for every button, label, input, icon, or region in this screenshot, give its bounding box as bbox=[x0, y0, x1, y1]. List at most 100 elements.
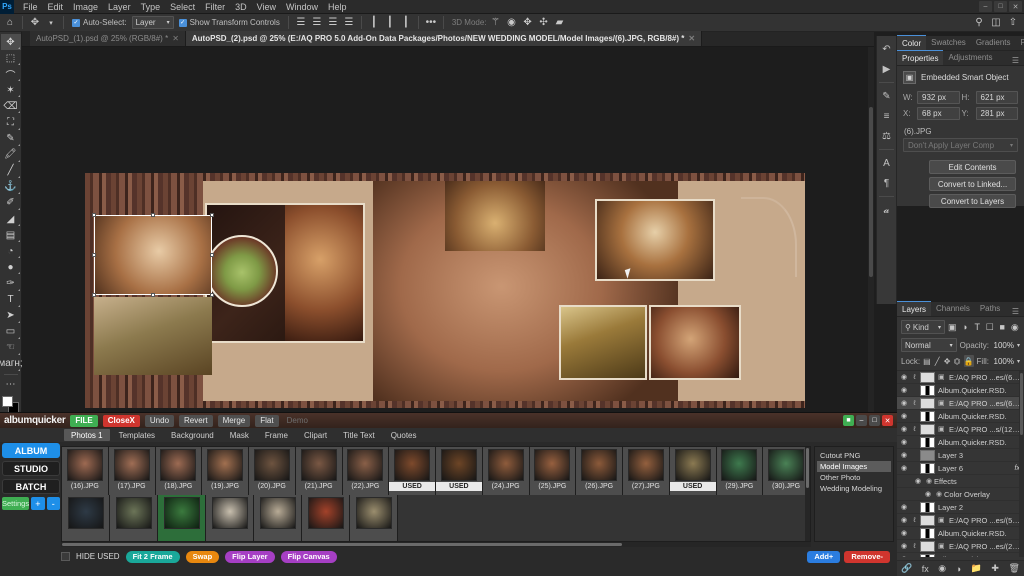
menu-item-select[interactable]: Select bbox=[165, 0, 200, 14]
photo-thumbnail-image[interactable] bbox=[347, 449, 383, 481]
add-layer-style-icon[interactable]: fx bbox=[922, 564, 929, 574]
scrollbar-thumb[interactable] bbox=[869, 107, 873, 277]
paragraph-icon[interactable]: ¶ bbox=[877, 174, 896, 192]
menu-item-3d[interactable]: 3D bbox=[230, 0, 252, 14]
fill-value[interactable]: 100% bbox=[992, 357, 1014, 366]
convert-to-linked-button[interactable]: Convert to Linked... bbox=[929, 177, 1016, 191]
pan-3d-icon[interactable]: ✥ bbox=[521, 16, 535, 30]
show-transform-controls-checkbox[interactable]: ✓ Show Transform Controls bbox=[176, 15, 283, 31]
category-model-images[interactable]: Model Images bbox=[817, 461, 891, 472]
layer-thumbnail[interactable] bbox=[920, 450, 935, 461]
home-icon[interactable]: ⌂ bbox=[3, 16, 17, 30]
x-field[interactable]: 68 px bbox=[917, 107, 960, 120]
layer-visibility-eye-icon[interactable]: ◉ bbox=[913, 477, 923, 485]
menu-item-layer[interactable]: Layer bbox=[103, 0, 136, 14]
photo-thumbnail-image[interactable] bbox=[116, 497, 152, 529]
photo-thumbnail-image[interactable] bbox=[488, 449, 524, 481]
move-tool-icon[interactable]: ✥ bbox=[28, 16, 42, 30]
glyphs-icon[interactable]: 𝓪 bbox=[877, 201, 896, 219]
flat-button[interactable]: Flat bbox=[255, 415, 278, 427]
layer-visibility-eye-icon[interactable]: ◉ bbox=[899, 386, 909, 394]
photo-thumbnail-image[interactable] bbox=[212, 497, 248, 529]
menu-item-help[interactable]: Help bbox=[323, 0, 352, 14]
search-icon[interactable]: ⚲ bbox=[972, 16, 986, 30]
auto-select-scope-dropdown[interactable]: Layer ▾ bbox=[132, 16, 174, 29]
photo-thumbnail-cell[interactable] bbox=[206, 495, 254, 542]
layer-thumbnail[interactable] bbox=[920, 398, 935, 409]
scrollbar-thumb[interactable] bbox=[1020, 373, 1023, 435]
layer-thumbnail[interactable] bbox=[920, 372, 935, 383]
photo-bride-side[interactable] bbox=[649, 305, 741, 380]
character-icon[interactable]: A bbox=[877, 154, 896, 172]
layer-visibility-eye-icon[interactable]: ◉ bbox=[899, 555, 909, 557]
edit-contents-button[interactable]: Edit Contents bbox=[929, 160, 1016, 174]
photo-thumbnail-cell[interactable]: (16).JPG bbox=[62, 447, 109, 495]
actions-icon[interactable]: ▶ bbox=[877, 60, 896, 78]
lock-transparent-pixels-icon[interactable]: ▤ bbox=[923, 355, 931, 367]
layer-visibility-eye-icon[interactable]: ◉ bbox=[899, 399, 909, 407]
transform-handle-mr[interactable] bbox=[210, 253, 214, 257]
minimize-icon[interactable]: – bbox=[856, 415, 867, 426]
new-group-icon[interactable]: 📁 bbox=[971, 563, 982, 574]
zoom-out-button[interactable]: - bbox=[47, 497, 60, 510]
photo-food-plate[interactable] bbox=[94, 297, 212, 375]
photo-thumbnail-image[interactable] bbox=[164, 497, 200, 529]
layer-visibility-eye-icon[interactable]: ◉ bbox=[899, 503, 909, 511]
photo-thumbnail-image[interactable] bbox=[721, 449, 757, 481]
minimize-icon[interactable]: – bbox=[979, 1, 992, 12]
transform-handle-tc[interactable] bbox=[151, 213, 155, 217]
more-align-options-icon[interactable]: ••• bbox=[424, 16, 438, 30]
photo-thumbnail-image[interactable] bbox=[628, 449, 664, 481]
menu-item-type[interactable]: Type bbox=[136, 0, 166, 14]
closex-button[interactable]: CloseX bbox=[103, 415, 140, 427]
undo-button[interactable]: Undo bbox=[145, 415, 174, 427]
layer-thumbnail[interactable] bbox=[920, 554, 935, 558]
restore-icon[interactable]: ■ bbox=[843, 415, 854, 426]
photo-thumbnail-cell[interactable]: USED bbox=[389, 447, 436, 495]
scrollbar-thumb[interactable] bbox=[62, 543, 622, 546]
scrollbar-thumb[interactable] bbox=[806, 448, 809, 488]
mode-batch-button[interactable]: BATCH bbox=[2, 479, 60, 494]
adjustments-icon[interactable]: ✎ bbox=[877, 87, 896, 105]
revert-button[interactable]: Revert bbox=[179, 415, 213, 427]
lock-artboard-nesting-icon[interactable]: ⏣ bbox=[954, 355, 961, 367]
layer-row[interactable]: ◉Album.Quicker.RSD. bbox=[897, 553, 1024, 557]
new-layer-icon[interactable]: ✚ bbox=[991, 563, 999, 574]
filter-power-icon[interactable]: ◉ bbox=[1010, 320, 1021, 334]
menu-item-filter[interactable]: Filter bbox=[200, 0, 230, 14]
tab-templates[interactable]: Templates bbox=[112, 429, 162, 441]
photo-thumbnail-image[interactable] bbox=[356, 497, 392, 529]
photo-thumbnail-cell[interactable]: (29).JPG bbox=[717, 447, 764, 495]
settings-button[interactable]: Settings bbox=[2, 497, 29, 510]
close-icon[interactable]: ✕ bbox=[1009, 1, 1022, 12]
file-button[interactable]: FILE bbox=[70, 415, 97, 427]
zoom-tool[interactable]: магн; bbox=[1, 356, 21, 372]
remove-button[interactable]: Remove- bbox=[844, 551, 890, 563]
tab-swatches[interactable]: Swatches bbox=[926, 35, 971, 50]
photo-thumbnail-image[interactable] bbox=[308, 497, 344, 529]
mode-album-button[interactable]: ALBUM bbox=[2, 443, 60, 458]
menu-item-edit[interactable]: Edit bbox=[43, 0, 69, 14]
blend-mode-dropdown[interactable]: Normal ▾ bbox=[901, 338, 957, 352]
close-icon[interactable]: ✕ bbox=[882, 415, 893, 426]
layer-row[interactable]: ◉Album.Quicker.RSD. bbox=[897, 384, 1024, 397]
move-tool[interactable]: ✥ bbox=[1, 34, 21, 50]
photo-thumbnail-image[interactable] bbox=[768, 449, 804, 481]
spot-healing-brush-tool[interactable]: 🖍 bbox=[1, 147, 21, 163]
layer-link-icon[interactable]: ℓ bbox=[912, 374, 917, 381]
artboard[interactable] bbox=[85, 173, 805, 408]
photo-thumbnail-cell[interactable]: (21).JPG bbox=[296, 447, 343, 495]
layer-link-icon[interactable]: ℓ bbox=[912, 426, 917, 433]
layer-visibility-eye-icon[interactable]: ◉ bbox=[899, 529, 909, 537]
share-icon[interactable]: ⇧ bbox=[1006, 16, 1020, 30]
layer-row[interactable]: ◉Album.Quicker.RSD. bbox=[897, 410, 1024, 423]
photo-thumbnail-image[interactable] bbox=[160, 449, 196, 481]
document-tab-autopsd-1[interactable]: AutoPSD_(1).psd @ 25% (RGB/8#) * ✕ bbox=[30, 31, 186, 46]
rectangular-marquee-tool[interactable]: ⬚ bbox=[1, 50, 21, 66]
slide-3d-icon[interactable]: ✣ bbox=[537, 16, 551, 30]
layers-list[interactable]: ◉ℓ▣E:/AQ PRO ...es/(6).JPG◉Album.Quicker… bbox=[897, 371, 1024, 557]
filmstrip-horizontal-scrollbar[interactable] bbox=[61, 542, 811, 547]
category-other-photo[interactable]: Other Photo bbox=[817, 472, 891, 483]
photo-thumbnail-cell[interactable]: (20).JPG bbox=[249, 447, 296, 495]
photo-thumbnail-image[interactable] bbox=[441, 449, 477, 481]
